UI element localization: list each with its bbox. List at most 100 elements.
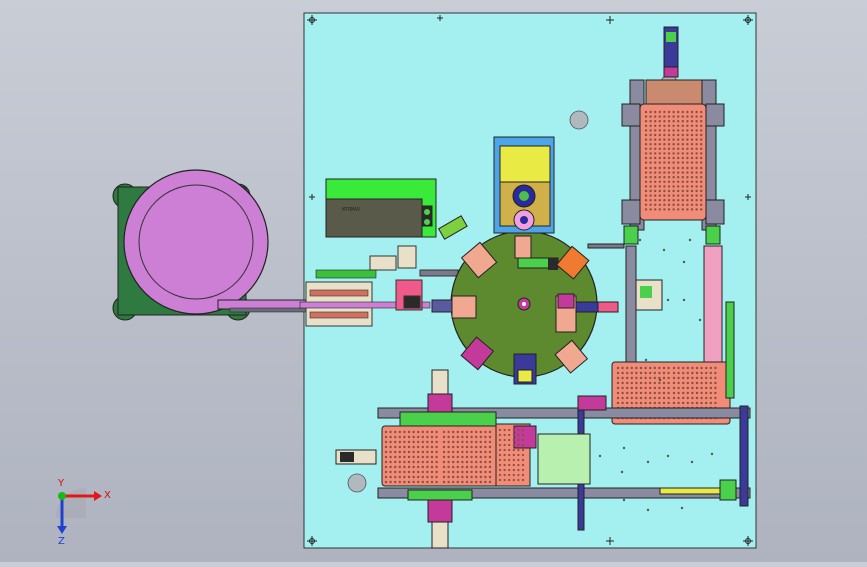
tray-pocket <box>667 129 671 132</box>
tray-pocket <box>484 475 487 479</box>
tray-pocket <box>442 470 446 474</box>
tray-pocket <box>389 470 392 474</box>
tray-pocket <box>447 430 450 434</box>
tray-pocket <box>475 460 478 464</box>
tray-pocket <box>649 133 652 137</box>
tray-pocket <box>465 435 469 439</box>
tray-pocket <box>681 208 684 211</box>
tray-pocket <box>626 386 629 390</box>
tray-pocket <box>484 460 487 464</box>
tray-pocket <box>682 381 685 385</box>
z-axis-head <box>57 526 67 534</box>
station-bottom[interactable] <box>513 353 537 385</box>
tray-pocket <box>508 438 511 442</box>
assembly-drawing[interactable]: MTRMAV <box>0 0 867 562</box>
tray-pocket <box>681 143 684 146</box>
tray-pocket <box>690 176 694 179</box>
tray-pocket <box>417 440 420 444</box>
tray-pocket <box>456 435 459 439</box>
tray-pocket <box>667 376 670 380</box>
tray-pocket <box>521 448 525 452</box>
tray-pocket <box>403 460 406 464</box>
tray-pocket <box>488 435 492 439</box>
tray-pocket <box>470 450 473 454</box>
tray-pocket <box>672 199 675 202</box>
tray-pocket <box>394 475 397 479</box>
tray-pocket <box>686 194 689 197</box>
drive-motor-block[interactable] <box>493 136 555 234</box>
tray-pocket <box>639 391 643 395</box>
tray-pocket <box>686 396 689 400</box>
tray-pocket <box>700 110 703 114</box>
tray-pocket <box>658 161 661 164</box>
tray-pocket <box>389 445 392 449</box>
tray-pocket <box>705 386 708 390</box>
plate-hole <box>666 298 670 302</box>
tray-pocket <box>662 371 666 375</box>
tray-pocket <box>470 480 473 484</box>
tray-pocket <box>479 465 482 469</box>
tray-pocket <box>663 208 666 211</box>
tray-pocket <box>394 445 397 449</box>
plate-hole <box>622 446 626 450</box>
control-display[interactable]: MTRMAV <box>325 178 437 238</box>
tray-pocket <box>630 391 633 395</box>
tray-pocket <box>384 475 388 479</box>
tray-pocket <box>686 381 689 385</box>
tray-pocket <box>452 440 455 444</box>
tray-pocket <box>681 147 684 150</box>
tray-pocket <box>686 152 689 155</box>
tray-pocket <box>465 465 469 469</box>
tray-pocket <box>644 133 648 137</box>
tray-pocket <box>654 199 657 202</box>
tray-pocket <box>677 166 680 170</box>
tray-pocket <box>700 176 703 179</box>
tray-pocket <box>658 391 661 395</box>
tray-pocket <box>621 386 624 390</box>
tray-pocket <box>690 194 694 197</box>
tray-pocket <box>394 470 397 474</box>
tray-pocket <box>644 194 648 197</box>
tray-pocket <box>435 435 438 439</box>
tray-pocket <box>412 460 415 464</box>
tray-pocket <box>435 475 438 479</box>
feeder-track[interactable] <box>217 299 307 310</box>
tray-pocket <box>461 445 464 449</box>
tray-pocket <box>677 161 680 164</box>
tray-pocket <box>475 455 478 459</box>
tray-pocket <box>398 455 401 459</box>
tray-pocket <box>667 115 671 118</box>
tray-pocket <box>677 171 680 174</box>
tray-pocket <box>616 376 620 380</box>
tray-pocket <box>435 430 438 434</box>
tray-pocket <box>681 199 684 202</box>
tray-pocket <box>695 115 698 118</box>
tray-pocket <box>417 430 420 434</box>
tray-pocket <box>681 129 684 132</box>
tray-pocket <box>403 450 406 454</box>
tray-pocket <box>649 366 652 370</box>
tray-pocket <box>389 440 392 444</box>
tray-pocket <box>621 376 624 380</box>
tray-pocket <box>700 161 703 164</box>
cad-viewport[interactable]: MTRMAV X Y Z <box>0 0 867 562</box>
tray-pocket <box>654 147 657 150</box>
tray-pocket <box>700 189 703 193</box>
tray-pocket <box>452 435 455 439</box>
tray-pocket <box>403 435 406 439</box>
tray-pocket <box>663 161 666 164</box>
tray-pocket <box>658 199 661 202</box>
tray-pocket <box>695 376 699 380</box>
tray-pocket <box>639 376 643 380</box>
tray-pocket <box>461 475 464 479</box>
tray-pocket <box>398 440 401 444</box>
tray-pocket <box>695 208 698 211</box>
tray-pocket <box>658 176 661 179</box>
tray-pocket <box>417 460 420 464</box>
tray-pocket <box>682 376 685 380</box>
tray-pocket <box>663 115 666 118</box>
tray-pocket <box>635 391 638 395</box>
tray-pocket <box>517 453 520 457</box>
tray-pocket <box>700 371 703 375</box>
tray-pocket <box>649 371 652 375</box>
